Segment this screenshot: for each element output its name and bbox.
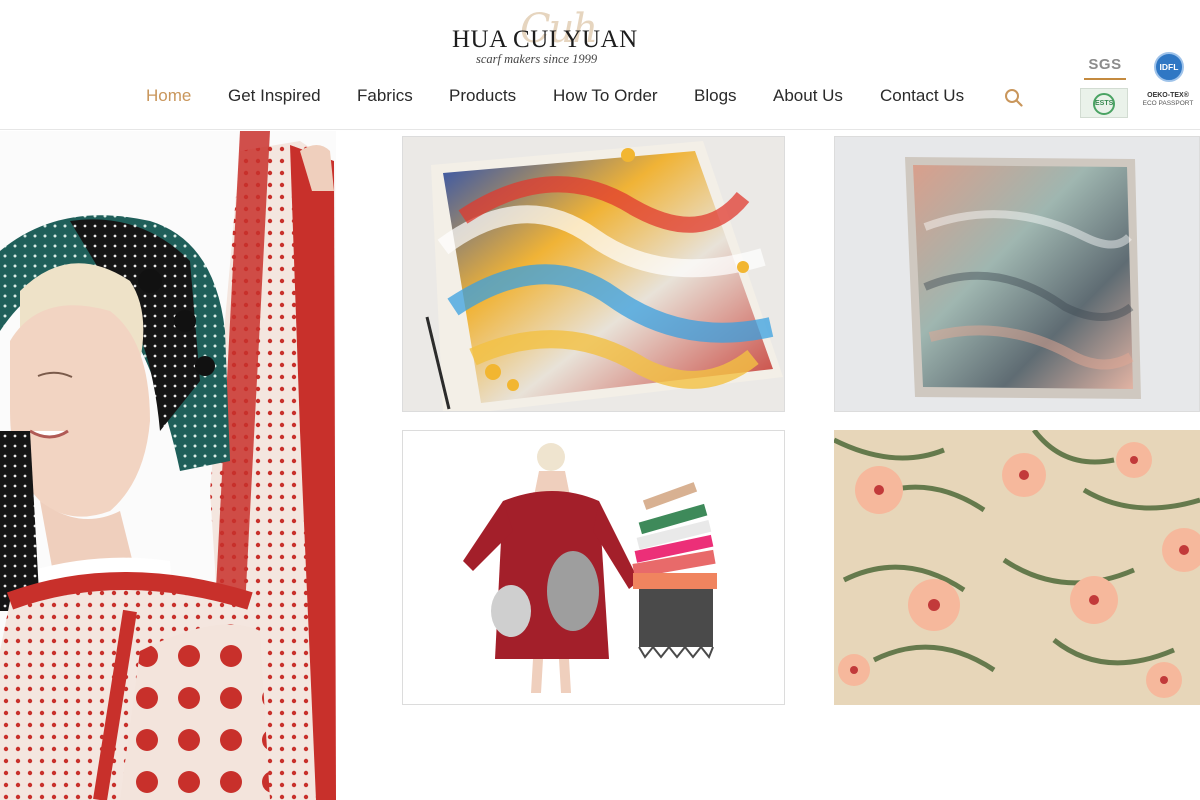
nav-fabrics[interactable]: Fabrics xyxy=(357,86,413,106)
product-tile-swirl-scarf[interactable] xyxy=(402,136,785,412)
nav-blogs[interactable]: Blogs xyxy=(694,86,737,106)
product-tile-hibiscus-print[interactable] xyxy=(834,430,1200,705)
product-tile-wrap-and-stack[interactable] xyxy=(402,430,785,705)
ests-badge: ESTS xyxy=(1080,88,1128,118)
nav-about-us[interactable]: About Us xyxy=(773,86,843,106)
idfl-badge: IDFL xyxy=(1154,52,1184,82)
oeko-tex-title: OEKO-TEX® xyxy=(1147,92,1189,99)
brand-tagline: scarf makers since 1999 xyxy=(476,52,598,66)
product-tile-watercolor-scarf[interactable] xyxy=(834,136,1200,412)
sgs-badge: SGS xyxy=(1082,56,1128,80)
site-header: Cuh HUA CUI YUAN scarf makers since 1999… xyxy=(0,0,1200,130)
hero-image-woman-scarf xyxy=(0,131,336,800)
nav-products[interactable]: Products xyxy=(449,86,516,106)
nav-how-to-order[interactable]: How To Order xyxy=(553,86,658,106)
oeko-tex-badge: OEKO-TEX® ECO PASSPORT xyxy=(1136,92,1200,120)
nav-contact-us[interactable]: Contact Us xyxy=(880,86,964,106)
search-icon[interactable] xyxy=(1004,88,1024,108)
certification-badges: SGS IDFL ESTS OEKO-TEX® ECO PASSPORT xyxy=(1076,50,1200,122)
nav-home[interactable]: Home xyxy=(146,86,191,106)
nav-get-inspired[interactable]: Get Inspired xyxy=(228,86,321,106)
ests-badge-label: ESTS xyxy=(1093,93,1115,115)
brand-logo[interactable]: Cuh HUA CUI YUAN scarf makers since 1999 xyxy=(448,6,637,66)
oeko-tex-subtitle: ECO PASSPORT xyxy=(1142,100,1194,107)
brand-name: HUA CUI YUAN xyxy=(452,26,638,53)
